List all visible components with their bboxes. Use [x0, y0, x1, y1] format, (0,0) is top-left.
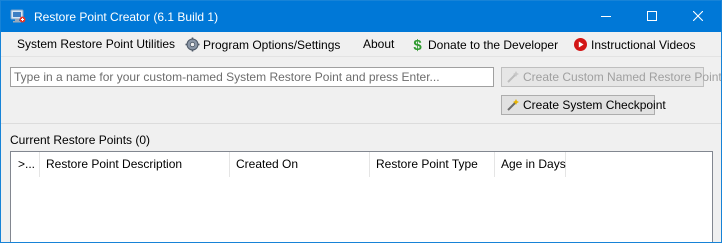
- maximize-icon: [647, 11, 657, 21]
- menu-label: Donate to the Developer: [428, 38, 559, 52]
- button-label: Create System Checkpoint: [523, 98, 666, 112]
- menu-label: About: [363, 37, 395, 51]
- play-icon: [573, 37, 588, 52]
- close-button[interactable]: [675, 1, 721, 32]
- menu-instructional-videos[interactable]: Instructional Videos: [573, 37, 696, 53]
- menu-bar: System Restore Point Utilities Program O…: [1, 32, 721, 56]
- dollar-icon: $: [410, 37, 425, 54]
- list-header: >... Restore Point Description Created O…: [11, 152, 712, 177]
- menu-system-restore-point-utilities[interactable]: System Restore Point Utilities: [17, 37, 175, 53]
- panel-divider: [1, 123, 721, 124]
- column-header-created-on[interactable]: Created On: [230, 152, 370, 177]
- menu-donate[interactable]: $ Donate to the Developer: [410, 37, 559, 54]
- column-header-description[interactable]: Restore Point Description: [40, 152, 230, 177]
- column-header-expand[interactable]: >...: [11, 152, 40, 177]
- column-header-type[interactable]: Restore Point Type: [370, 152, 495, 177]
- current-restore-points-label: Current Restore Points (0): [10, 133, 151, 147]
- maximize-button[interactable]: [629, 1, 675, 32]
- minimize-icon: [601, 16, 611, 17]
- minimize-button[interactable]: [583, 1, 629, 32]
- window-title: Restore Point Creator (6.1 Build 1): [34, 10, 219, 24]
- restore-point-name-input[interactable]: [10, 67, 494, 87]
- wand-icon: [506, 70, 520, 84]
- wand-icon: [506, 98, 520, 112]
- title-bar[interactable]: Restore Point Creator (6.1 Build 1): [1, 1, 721, 32]
- restore-points-list[interactable]: >... Restore Point Description Created O…: [10, 151, 713, 242]
- restore-app-icon: [10, 8, 26, 24]
- close-icon: [693, 11, 703, 21]
- button-label: Create Custom Named Restore Point: [523, 70, 722, 84]
- create-system-checkpoint-button[interactable]: Create System Checkpoint: [501, 95, 666, 115]
- menu-about[interactable]: About: [363, 37, 394, 53]
- menu-divider: [1, 56, 721, 57]
- menu-program-options-settings[interactable]: Program Options/Settings: [185, 37, 340, 53]
- menu-label: Program Options/Settings: [203, 38, 341, 52]
- gear-icon: [185, 37, 200, 52]
- app-window: Restore Point Creator (6.1 Build 1) Syst…: [0, 0, 722, 243]
- create-custom-named-restore-point-button[interactable]: Create Custom Named Restore Point: [501, 67, 721, 87]
- column-header-age[interactable]: Age in Days: [495, 152, 566, 177]
- menu-label: Instructional Videos: [591, 38, 696, 52]
- svg-text:$: $: [413, 37, 422, 52]
- menu-label: System Restore Point Utilities: [17, 37, 176, 51]
